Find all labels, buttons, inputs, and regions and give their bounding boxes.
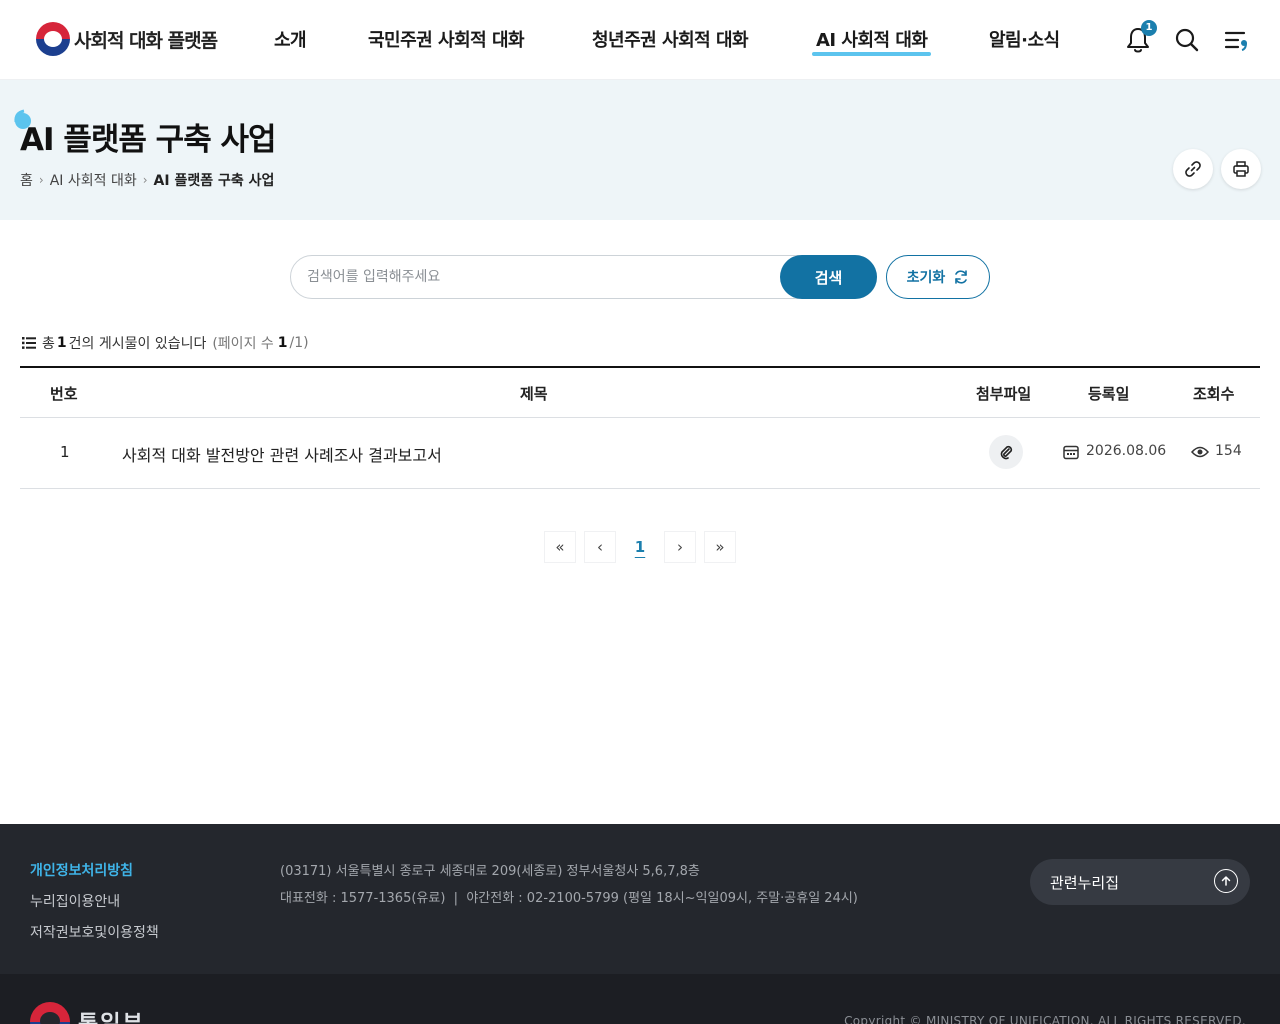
print-icon <box>1233 161 1249 177</box>
link-icon <box>1185 161 1201 177</box>
nav-item-intro[interactable]: 소개 <box>274 26 307 52</box>
footer-address: (03171) 서울특별시 종로구 세종대로 209(세종로) 정부서울청사 5… <box>280 864 700 879</box>
paperclip-icon <box>1000 445 1013 460</box>
page-1-button[interactable]: 1 <box>624 531 656 563</box>
breadcrumb-current: AI 플랫폼 구축 사업 <box>153 173 275 189</box>
row-views: 154 <box>1215 443 1242 459</box>
nav-item-ai-dialogue[interactable]: AI 사회적 대화 <box>811 26 932 56</box>
government-emblem-icon <box>30 1002 70 1024</box>
ministry-name: 통일부 <box>78 1006 145 1024</box>
nav-item-youth-dialogue[interactable]: 청년주권 사회적 대화 <box>592 26 749 52</box>
column-number: 번호 <box>50 385 78 403</box>
column-attachment: 첨부파일 <box>976 385 1032 403</box>
site-usage-link[interactable]: 누리집이용안내 <box>30 891 120 911</box>
column-date: 등록일 <box>1088 385 1130 403</box>
breadcrumb-ai-dialogue[interactable]: AI 사회적 대화 <box>50 170 137 190</box>
refresh-icon <box>955 270 968 284</box>
row-number: 1 <box>60 443 70 461</box>
notification-badge: 1 <box>1141 20 1157 36</box>
attachment-download-button[interactable] <box>989 435 1023 469</box>
column-title: 제목 <box>520 385 548 403</box>
reset-button[interactable]: 초기화 <box>886 255 990 299</box>
summary-suffix: 건의 게시물이 있습니다 <box>68 336 207 352</box>
copy-link-button[interactable] <box>1173 149 1213 189</box>
copyright-policy-link[interactable]: 저작권보호및이용정책 <box>30 922 159 942</box>
related-sites-button[interactable]: 관련누리집 <box>1030 859 1250 905</box>
breadcrumb-home[interactable]: 홈 <box>20 170 33 190</box>
copyright-text: Copyright © MINISTRY OF UNIFICATION. ALL… <box>844 1014 1246 1024</box>
chevron-right-icon: › <box>142 173 148 187</box>
list-icon <box>22 337 36 349</box>
related-sites-label: 관련누리집 <box>1050 873 1120 892</box>
site-footer: 개인정보처리방침 누리집이용안내 저작권보호및이용정책 (03171) 서울특별… <box>0 824 1280 1024</box>
summary-page-label: (페이지 수 <box>212 336 274 352</box>
search-input[interactable] <box>307 256 777 298</box>
nav-item-news[interactable]: 알림·소식 <box>989 26 1060 52</box>
search-toggle-button[interactable] <box>1174 26 1202 54</box>
next-page-button[interactable]: › <box>664 531 696 563</box>
row-date: 2026.08.06 <box>1086 443 1167 459</box>
page-title-band: AI 플랫폼 구축 사업 홈 › AI 사회적 대화 › AI 플랫폼 구축 사… <box>0 80 1280 220</box>
chevron-right-icon: › <box>38 173 44 187</box>
ministry-logo: 통일부 <box>30 1002 145 1024</box>
breadcrumb: 홈 › AI 사회적 대화 › AI 플랫폼 구축 사업 <box>20 170 274 190</box>
footer-phone: 대표전화 : 1577-1365(유료) | 야간전화 : 02-2100-57… <box>280 891 858 906</box>
table-row: 1 사회적 대화 발전방안 관련 사례조사 결과보고서 2026.08.06 1… <box>20 418 1260 489</box>
menu-icon <box>1224 31 1247 51</box>
pagination: « ‹ 1 › » <box>544 531 736 563</box>
page-title: AI 플랫폼 구축 사업 <box>20 122 277 158</box>
result-summary: 총 1 건의 게시물이 있습니다 (페이지 수 1 /1) <box>22 333 309 353</box>
arrow-up-icon <box>1214 869 1238 893</box>
row-title-link[interactable]: 사회적 대화 발전방안 관련 사례조사 결과보고서 <box>122 442 442 466</box>
last-page-button[interactable]: » <box>704 531 736 563</box>
table-header: 번호 제목 첨부파일 등록일 조회수 <box>20 366 1260 418</box>
eye-icon <box>1191 446 1209 458</box>
summary-page-current: 1 <box>277 335 288 351</box>
privacy-policy-link[interactable]: 개인정보처리방침 <box>30 860 133 880</box>
notification-button[interactable]: 1 <box>1125 20 1157 54</box>
first-page-button[interactable]: « <box>544 531 576 563</box>
summary-page-total: /1) <box>289 335 309 351</box>
summary-total: 1 <box>56 335 67 351</box>
search-button[interactable]: 검색 <box>780 255 877 299</box>
nav-item-citizen-dialogue[interactable]: 국민주권 사회적 대화 <box>368 26 525 52</box>
reset-button-label: 초기화 <box>906 270 946 286</box>
search-icon <box>1175 28 1199 52</box>
column-views: 조회수 <box>1193 385 1235 403</box>
board-table: 번호 제목 첨부파일 등록일 조회수 1 사회적 대화 발전방안 관련 사례조사… <box>20 366 1260 489</box>
main-nav: 소개 국민주권 사회적 대화 청년주권 사회적 대화 AI 사회적 대화 알림·… <box>0 26 1280 56</box>
calendar-icon <box>1063 445 1079 460</box>
site-header: 사회적 대화 플랫폼 소개 국민주권 사회적 대화 청년주권 사회적 대화 AI… <box>0 0 1280 80</box>
summary-prefix: 총 <box>42 336 55 352</box>
menu-button[interactable] <box>1224 26 1252 54</box>
print-button[interactable] <box>1221 149 1261 189</box>
prev-page-button[interactable]: ‹ <box>584 531 616 563</box>
